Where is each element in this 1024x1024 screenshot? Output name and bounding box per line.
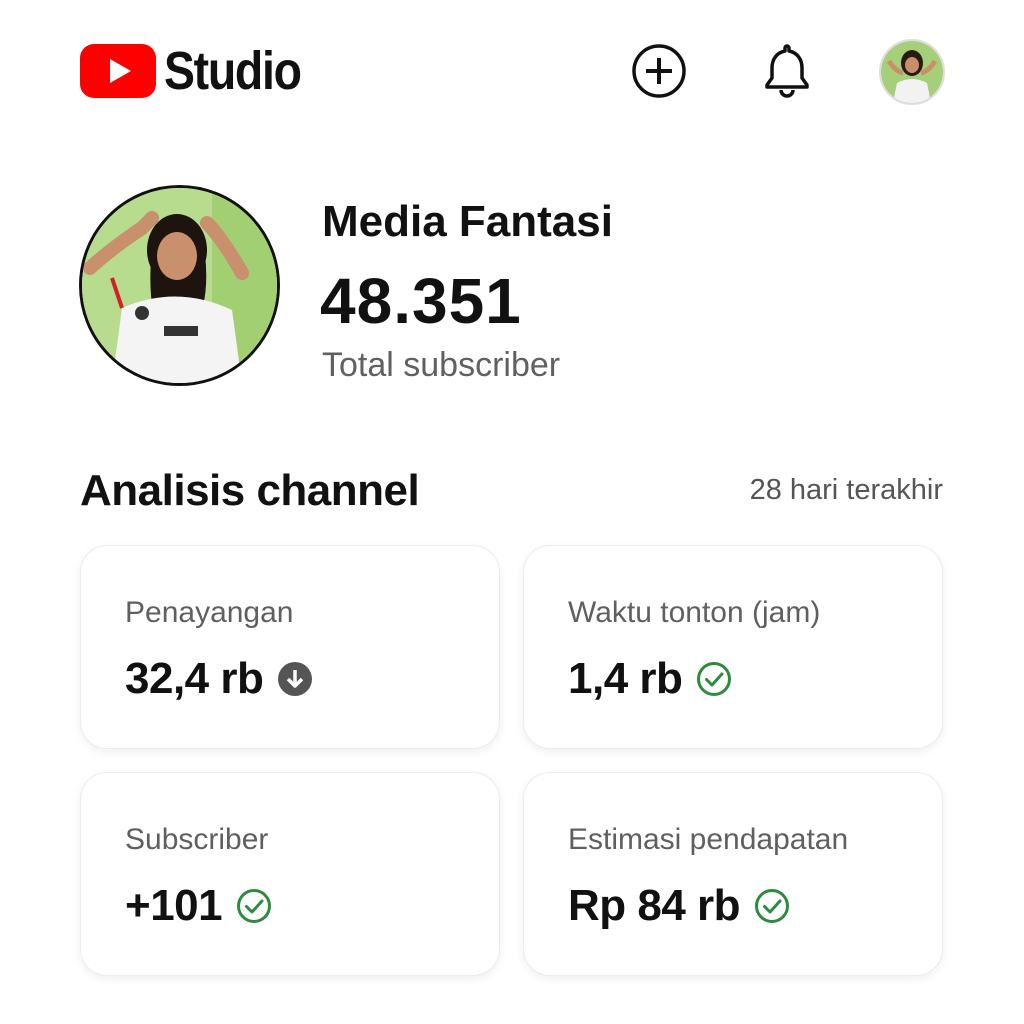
channel-avatar bbox=[79, 185, 280, 386]
card-label: Waktu tonton (jam) bbox=[568, 596, 821, 629]
check-circle-icon bbox=[236, 888, 272, 924]
top-app-bar: Studio bbox=[0, 0, 1024, 150]
add-circle-icon bbox=[632, 44, 686, 98]
bell-icon bbox=[765, 44, 809, 98]
check-circle-icon bbox=[696, 661, 732, 697]
arrow-down-circle-icon bbox=[277, 661, 313, 697]
section-title: Analisis channel bbox=[80, 466, 420, 515]
subscriber-label: Total subscriber bbox=[322, 346, 561, 384]
views-card[interactable]: Penayangan 32,4 rb bbox=[81, 546, 499, 748]
revenue-card[interactable]: Estimasi pendapatan Rp 84 rb bbox=[524, 773, 942, 975]
card-label: Penayangan bbox=[125, 596, 294, 629]
subscribers-card[interactable]: Subscriber +101 bbox=[81, 773, 499, 975]
youtube-logo-icon bbox=[80, 44, 156, 98]
watch-time-card[interactable]: Waktu tonton (jam) 1,4 rb bbox=[524, 546, 942, 748]
channel-photo bbox=[82, 188, 277, 383]
youtube-studio-logo[interactable]: Studio bbox=[80, 44, 323, 98]
check-circle-icon bbox=[754, 888, 790, 924]
logo-text: Studio bbox=[164, 41, 302, 101]
card-value: 1,4 rb bbox=[568, 654, 683, 703]
period-label: 28 hari terakhir bbox=[749, 474, 943, 506]
create-button[interactable] bbox=[628, 40, 690, 102]
subscriber-count: 48.351 bbox=[320, 265, 522, 337]
card-value: +101 bbox=[125, 881, 223, 930]
card-value: 32,4 rb bbox=[125, 654, 264, 703]
account-avatar[interactable] bbox=[879, 39, 945, 105]
channel-name: Media Fantasi bbox=[322, 197, 613, 246]
notifications-button[interactable] bbox=[756, 40, 818, 102]
card-label: Estimasi pendapatan bbox=[568, 823, 849, 856]
profile-photo bbox=[881, 41, 943, 103]
card-value: Rp 84 rb bbox=[568, 881, 741, 930]
card-label: Subscriber bbox=[125, 823, 269, 856]
